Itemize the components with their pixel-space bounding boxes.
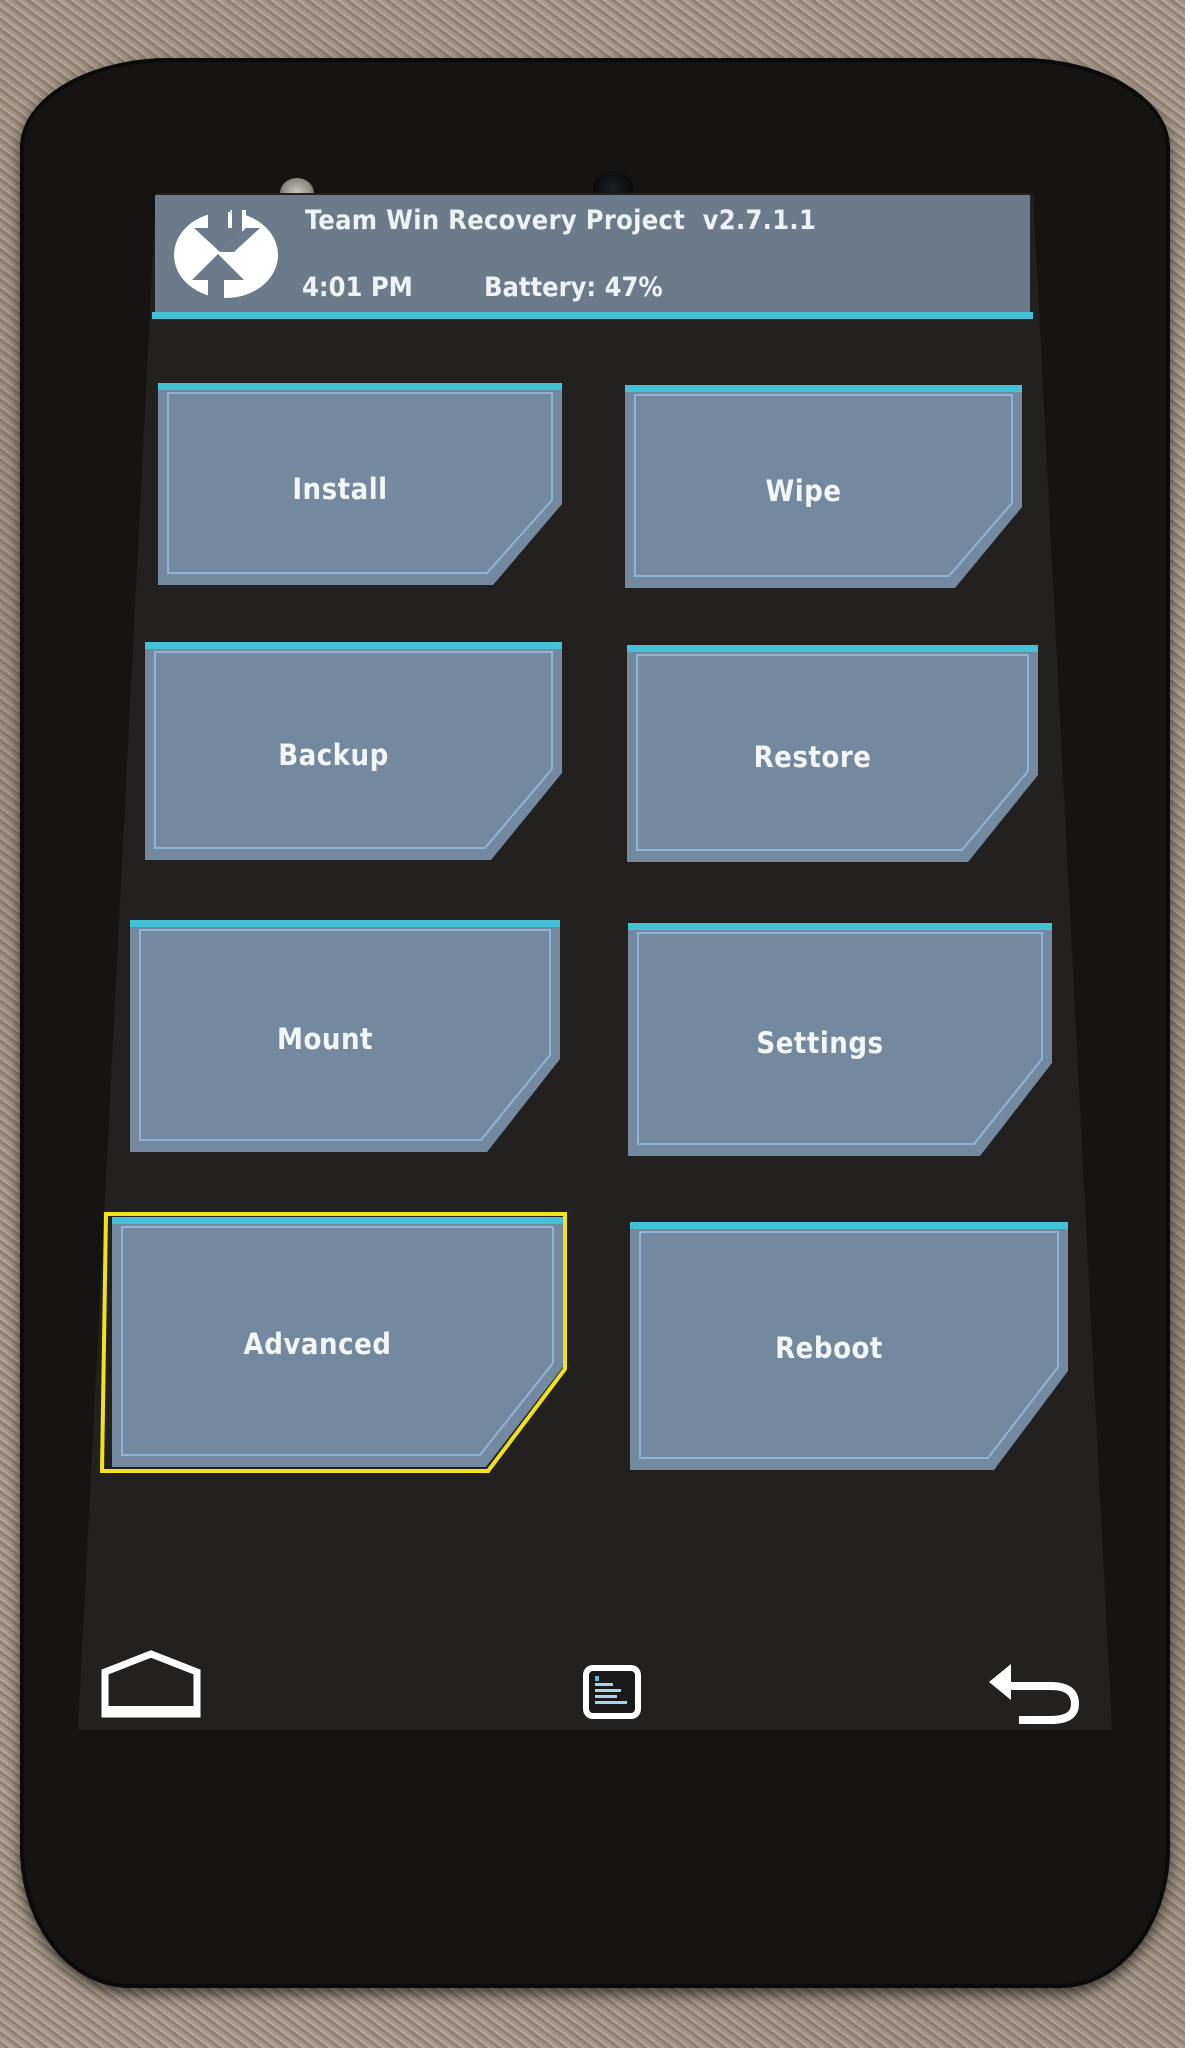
back-arrow-icon[interactable]	[985, 1660, 1085, 1726]
app-title: Team Win Recovery Project v2.7.1.1	[305, 205, 817, 236]
backup-button[interactable]: Backup	[145, 642, 562, 860]
advanced-label: Advanced	[243, 1327, 392, 1361]
battery-status: Battery: 47%	[484, 272, 663, 303]
mount-label: Mount	[276, 1022, 374, 1057]
reboot-label: Reboot	[775, 1331, 883, 1366]
restore-button[interactable]: Restore	[627, 645, 1038, 862]
install-button[interactable]: Install	[158, 383, 562, 585]
settings-button[interactable]: Settings	[628, 923, 1052, 1156]
home-icon[interactable]	[100, 1650, 202, 1720]
install-label: Install	[292, 471, 388, 506]
mount-button[interactable]: Mount	[130, 920, 560, 1152]
restore-label: Restore	[753, 740, 872, 775]
wipe-label: Wipe	[765, 474, 842, 509]
console-log-icon[interactable]	[582, 1664, 642, 1720]
settings-label: Settings	[756, 1025, 884, 1060]
backup-label: Backup	[278, 737, 389, 772]
wipe-button[interactable]: Wipe	[625, 385, 1022, 588]
clock: 4:01 PM	[302, 272, 413, 303]
twrp-logo-icon	[174, 210, 278, 300]
reboot-button[interactable]: Reboot	[630, 1222, 1068, 1470]
header-divider	[152, 312, 1033, 319]
advanced-button[interactable]: Advanced	[99, 1212, 567, 1473]
